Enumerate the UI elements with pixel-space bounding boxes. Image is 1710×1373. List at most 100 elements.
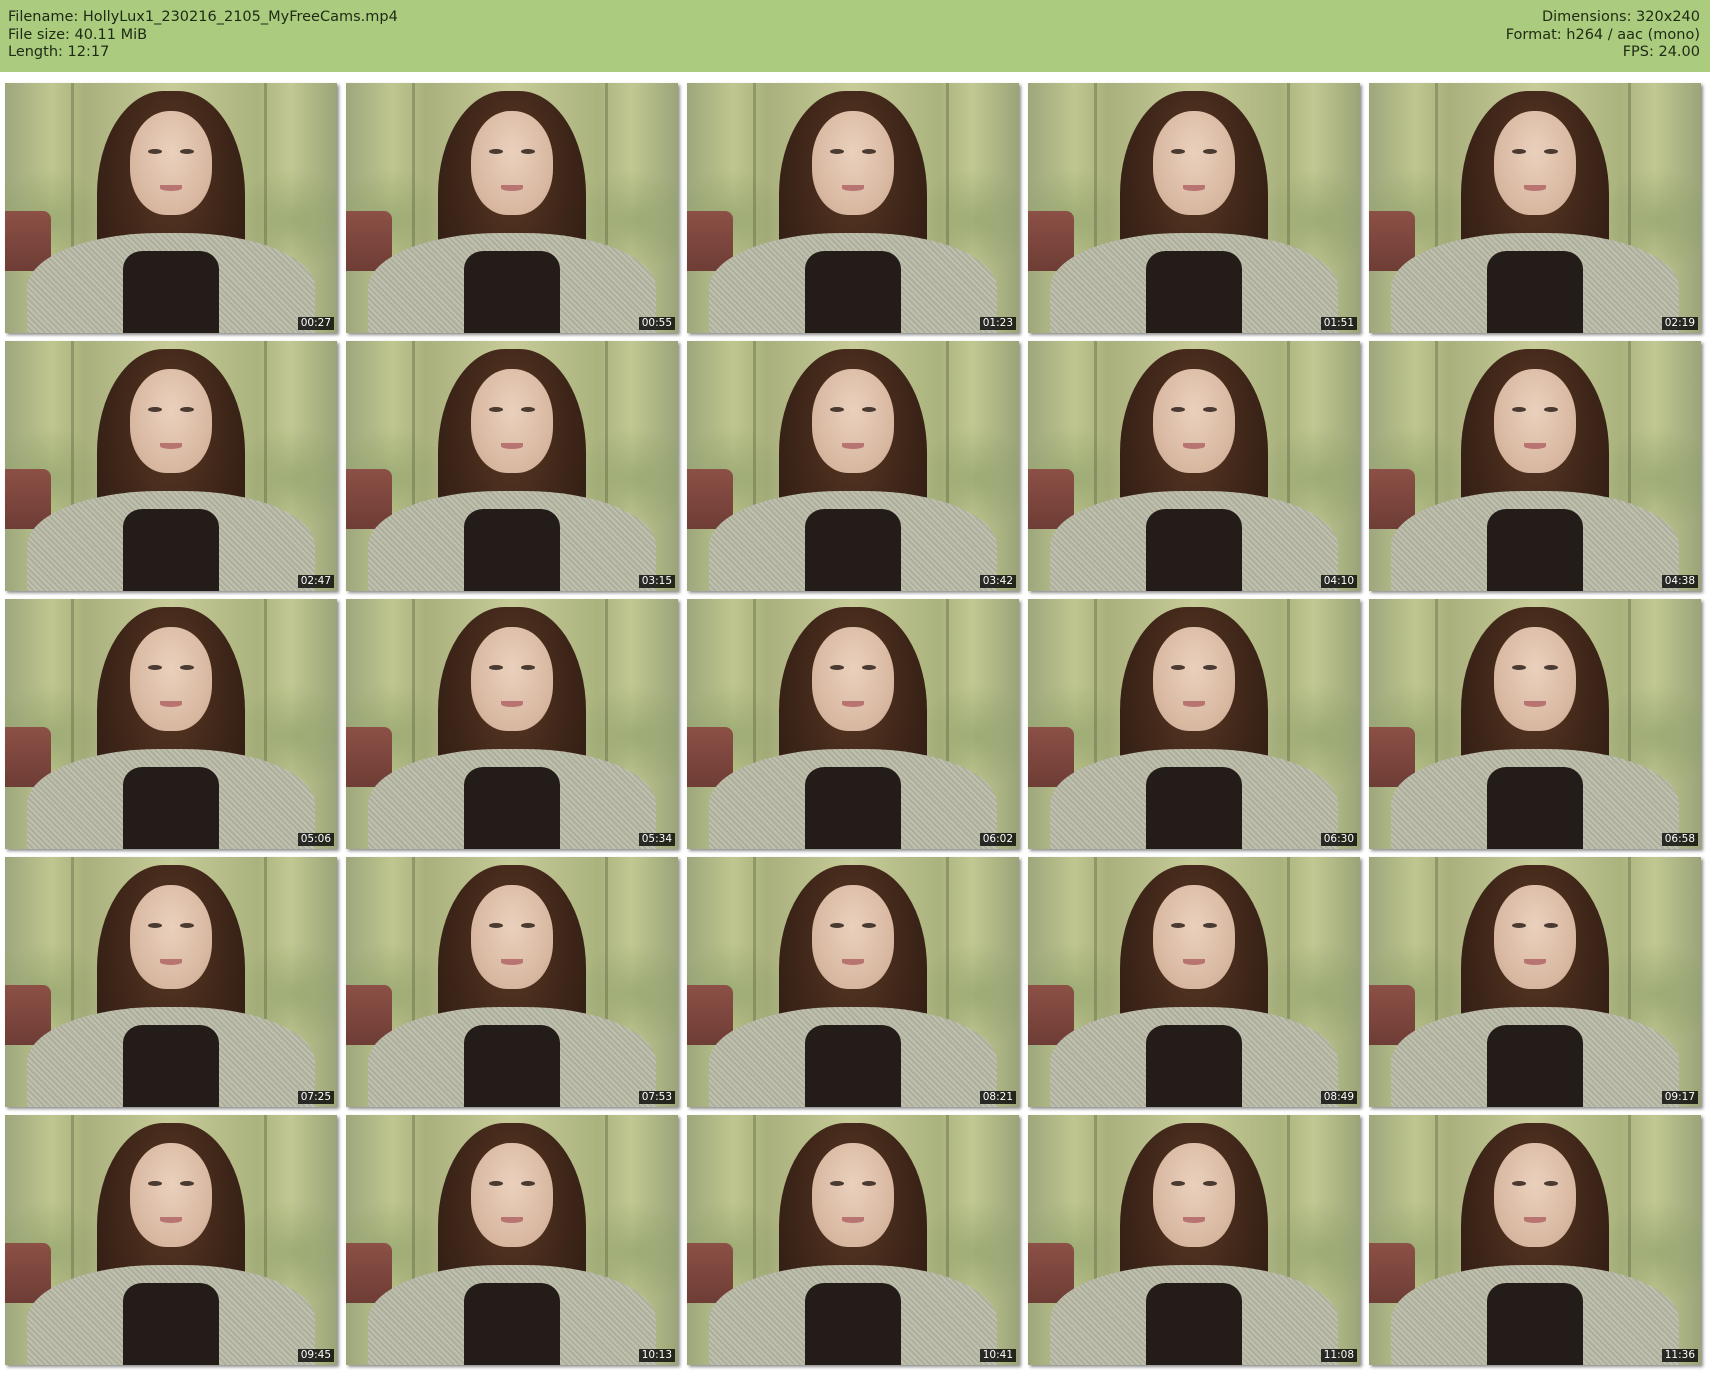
video-thumbnail[interactable]: 00:27 — [5, 83, 337, 333]
eye-shape — [1203, 665, 1217, 670]
mouth-shape — [842, 701, 864, 707]
eye-shape — [180, 665, 194, 670]
eye-shape — [862, 149, 876, 154]
thumbnail-timestamp: 06:58 — [1661, 833, 1698, 846]
video-thumbnail[interactable]: 08:21 — [687, 857, 1019, 1107]
eye-shape — [830, 665, 844, 670]
top-shape — [123, 251, 219, 333]
eye-shape — [1544, 407, 1558, 412]
thumbnail-timestamp: 07:53 — [638, 1091, 675, 1104]
top-shape — [123, 767, 219, 849]
thumbnail-timestamp: 01:51 — [1320, 317, 1357, 330]
video-thumbnail[interactable]: 04:38 — [1369, 341, 1701, 591]
video-thumbnail[interactable]: 02:19 — [1369, 83, 1701, 333]
video-thumbnail[interactable]: 07:25 — [5, 857, 337, 1107]
eye-shape — [1512, 149, 1526, 154]
mouth-shape — [1183, 185, 1205, 191]
mouth-shape — [842, 185, 864, 191]
face-shape — [471, 885, 553, 989]
fps-label: FPS: 24.00 — [1622, 44, 1700, 60]
thumbnail-timestamp: 10:13 — [638, 1349, 675, 1362]
face-shape — [130, 369, 212, 473]
filename-label: Filename: HollyLux1_230216_2105_MyFreeCa… — [8, 9, 398, 25]
mouth-shape — [160, 1217, 182, 1223]
eye-shape — [830, 149, 844, 154]
top-shape — [805, 1283, 901, 1365]
eye-shape — [521, 149, 535, 154]
filesize-label: File size: 40.11 MiB — [8, 26, 148, 43]
mouth-shape — [501, 185, 523, 191]
video-thumbnail[interactable]: 05:34 — [346, 599, 678, 849]
mouth-shape — [842, 443, 864, 449]
video-thumbnail[interactable]: 05:06 — [5, 599, 337, 849]
mouth-shape — [842, 1217, 864, 1223]
thumbnail-timestamp: 00:55 — [638, 317, 675, 330]
face-shape — [1494, 369, 1576, 473]
video-thumbnail[interactable]: 09:45 — [5, 1115, 337, 1365]
eye-shape — [180, 923, 194, 928]
video-thumbnail[interactable]: 10:41 — [687, 1115, 1019, 1365]
video-thumbnail[interactable]: 03:15 — [346, 341, 678, 591]
eye-shape — [862, 407, 876, 412]
top-shape — [1146, 251, 1242, 333]
video-thumbnail[interactable]: 02:47 — [5, 341, 337, 591]
top-shape — [805, 251, 901, 333]
video-thumbnail[interactable]: 07:53 — [346, 857, 678, 1107]
mouth-shape — [501, 1217, 523, 1223]
eye-shape — [521, 665, 535, 670]
thumbnail-timestamp: 07:25 — [297, 1091, 334, 1104]
face-shape — [1153, 627, 1235, 731]
eye-shape — [1171, 1181, 1185, 1186]
thumbnail-timestamp: 08:49 — [1320, 1091, 1357, 1104]
top-shape — [1487, 251, 1583, 333]
video-thumbnail[interactable]: 00:55 — [346, 83, 678, 333]
thumbnail-timestamp: 03:42 — [979, 575, 1016, 588]
eye-shape — [148, 923, 162, 928]
eye-shape — [1512, 665, 1526, 670]
face-shape — [1494, 627, 1576, 731]
eye-shape — [1512, 407, 1526, 412]
video-thumbnail[interactable]: 01:51 — [1028, 83, 1360, 333]
top-shape — [1146, 509, 1242, 591]
face-shape — [130, 1143, 212, 1247]
video-thumbnail[interactable]: 11:08 — [1028, 1115, 1360, 1365]
eye-shape — [521, 923, 535, 928]
stream-info: Dimensions: 320x240 Format: h264 / aac (… — [1506, 9, 1700, 62]
eye-shape — [180, 407, 194, 412]
thumbnail-timestamp: 02:47 — [297, 575, 334, 588]
face-shape — [1494, 1143, 1576, 1247]
thumbnail-timestamp: 06:02 — [979, 833, 1016, 846]
mouth-shape — [1183, 959, 1205, 965]
mouth-shape — [160, 185, 182, 191]
top-shape — [1487, 1283, 1583, 1365]
thumbnail-timestamp: 10:41 — [979, 1349, 1016, 1362]
face-shape — [471, 111, 553, 215]
video-thumbnail[interactable]: 06:02 — [687, 599, 1019, 849]
top-shape — [123, 1025, 219, 1107]
face-shape — [1153, 1143, 1235, 1247]
video-thumbnail[interactable]: 03:42 — [687, 341, 1019, 591]
eye-shape — [1171, 923, 1185, 928]
video-thumbnail[interactable]: 06:58 — [1369, 599, 1701, 849]
eye-shape — [1512, 1181, 1526, 1186]
mouth-shape — [1183, 701, 1205, 707]
eye-shape — [1544, 665, 1558, 670]
thumbnail-timestamp: 06:30 — [1320, 833, 1357, 846]
video-thumbnail[interactable]: 08:49 — [1028, 857, 1360, 1107]
thumbnail-timestamp: 11:08 — [1320, 1349, 1357, 1362]
video-thumbnail[interactable]: 06:30 — [1028, 599, 1360, 849]
video-thumbnail[interactable]: 01:23 — [687, 83, 1019, 333]
video-thumbnail[interactable]: 09:17 — [1369, 857, 1701, 1107]
video-thumbnail[interactable]: 04:10 — [1028, 341, 1360, 591]
video-thumbnail[interactable]: 10:13 — [346, 1115, 678, 1365]
thumbnail-timestamp: 04:38 — [1661, 575, 1698, 588]
eye-shape — [862, 1181, 876, 1186]
eye-shape — [489, 923, 503, 928]
top-shape — [805, 767, 901, 849]
thumbnail-timestamp: 05:34 — [638, 833, 675, 846]
video-thumbnail[interactable]: 11:36 — [1369, 1115, 1701, 1365]
eye-shape — [1171, 407, 1185, 412]
eye-shape — [148, 407, 162, 412]
face-shape — [812, 1143, 894, 1247]
eye-shape — [862, 923, 876, 928]
